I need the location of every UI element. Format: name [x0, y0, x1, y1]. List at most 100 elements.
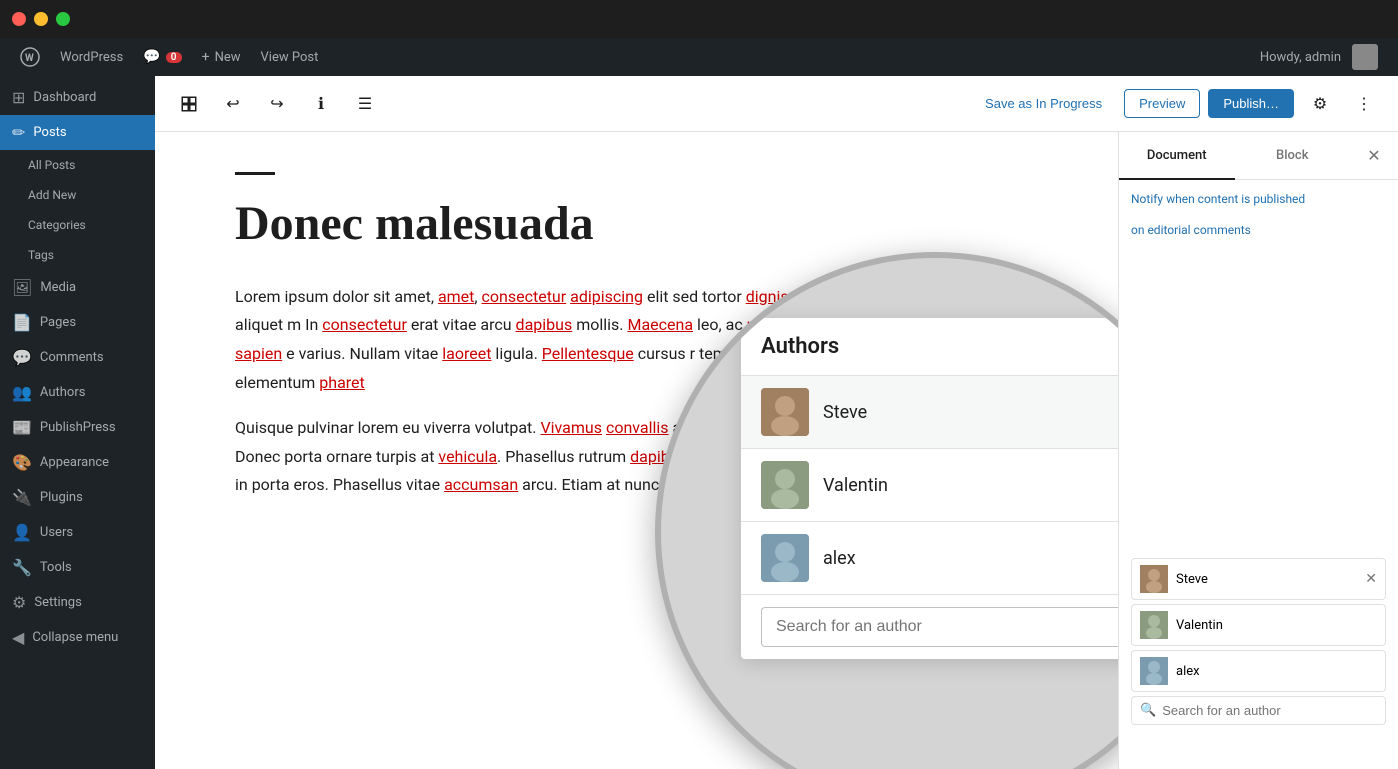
admin-bar: W WordPress 💬 0 + New View Post Howdy, a… — [0, 38, 1398, 76]
sidebar-item-label-pages: Pages — [40, 315, 76, 330]
chip-avatar-alex — [1140, 657, 1168, 685]
post-title-line — [235, 172, 275, 175]
chip-avatar-steve — [1140, 565, 1168, 593]
chip-name-steve: Steve — [1176, 572, 1208, 587]
sidebar-item-all-posts[interactable]: All Posts — [0, 150, 155, 180]
panel-section-editorial: on editorial comments — [1131, 223, 1386, 238]
panel-tabs: Document Block ✕ — [1119, 132, 1398, 180]
search-icon: 🔍 — [1140, 703, 1156, 718]
selected-authors-section: Steve ✕ Valentin — [1131, 558, 1386, 725]
panel-close-button[interactable]: ✕ — [1356, 138, 1392, 174]
add-block-button[interactable] — [171, 86, 207, 122]
sidebar-item-label-posts: Posts — [33, 125, 66, 140]
author-search-input[interactable] — [761, 607, 1118, 647]
save-button[interactable]: Save as In Progress — [971, 90, 1116, 117]
info-button[interactable]: ℹ — [303, 86, 339, 122]
undo-button[interactable]: ↩ — [215, 86, 251, 122]
sidebar-item-tags[interactable]: Tags — [0, 240, 155, 270]
admin-bar-view-post[interactable]: View Post — [251, 38, 329, 76]
traffic-light-green[interactable] — [56, 12, 70, 26]
publish-button[interactable]: Publish… — [1208, 89, 1294, 118]
sidebar-item-publishpress[interactable]: 📰 PublishPress — [0, 410, 155, 445]
sidebar-item-label-publishpress: PublishPress — [40, 420, 116, 435]
sidebar-item-settings[interactable]: ⚙ Settings — [0, 585, 155, 620]
author-search-wrap: ▲ — [741, 595, 1118, 659]
chip-name-valentin: Valentin — [1176, 618, 1223, 633]
sidebar-item-label-dashboard: Dashboard — [33, 90, 96, 105]
sidebar-item-appearance[interactable]: 🎨 Appearance — [0, 445, 155, 480]
sidebar-item-plugins[interactable]: 🔌 Plugins — [0, 480, 155, 515]
sidebar-item-collapse[interactable]: ◀ Collapse menu — [0, 620, 155, 655]
sidebar-item-comments[interactable]: 💬 Comments — [0, 340, 155, 375]
sidebar-item-tools[interactable]: 🔧 Tools — [0, 550, 155, 585]
traffic-light-red[interactable] — [12, 12, 26, 26]
admin-bar-howdy[interactable]: Howdy, admin — [1250, 38, 1388, 76]
chip-remove-steve[interactable]: ✕ — [1365, 571, 1377, 587]
settings-icon: ⚙ — [12, 593, 26, 612]
admin-bar-notifications[interactable]: 💬 0 — [133, 38, 191, 76]
author-avatar-alex — [761, 534, 809, 582]
post-body[interactable]: Lorem ipsum dolor sit amet, amet, consec… — [235, 283, 1038, 501]
sidebar-item-dashboard[interactable]: ⊞ Dashboard — [0, 80, 155, 115]
chip-name-alex: alex — [1176, 664, 1200, 679]
admin-bar-wp-label[interactable]: WordPress — [50, 38, 133, 76]
settings-button[interactable]: ⚙ — [1302, 86, 1338, 122]
selected-chip-valentin: Valentin — [1131, 604, 1386, 646]
chip-avatar-valentin — [1140, 611, 1168, 639]
editorial-link[interactable]: on editorial comments — [1131, 223, 1251, 237]
publishpress-icon: 📰 — [12, 418, 32, 437]
main-layout: ⊞ Dashboard ✏ Posts All Posts Add New Ca… — [0, 76, 1398, 769]
list-view-button[interactable]: ☰ — [347, 86, 383, 122]
selected-chip-steve: Steve ✕ — [1131, 558, 1386, 600]
sidebar-item-users[interactable]: 👤 Users — [0, 515, 155, 550]
panel-body: Notify when content is published on edit… — [1119, 180, 1398, 769]
sidebar-item-label-all-posts: All Posts — [28, 158, 75, 172]
users-icon: 👤 — [12, 523, 32, 542]
sidebar-item-label-tags: Tags — [28, 248, 54, 262]
comments-icon: 💬 — [12, 348, 32, 367]
posts-icon: ✏ — [12, 123, 25, 142]
notify-link[interactable]: Notify when content is published — [1131, 192, 1305, 206]
authors-icon: 👥 — [12, 383, 32, 402]
redo-button[interactable]: ↪ — [259, 86, 295, 122]
author-item-alex[interactable]: alex — [741, 522, 1118, 595]
post-title[interactable]: Donec malesuada — [235, 195, 1038, 253]
sidebar-item-label-comments: Comments — [40, 350, 104, 365]
right-panel: Document Block ✕ Notify when content is … — [1118, 132, 1398, 769]
sidebar-section-main: ⊞ Dashboard ✏ Posts All Posts Add New Ca… — [0, 76, 155, 655]
plugins-icon: 🔌 — [12, 488, 32, 507]
panel-section-notify: Notify when content is published — [1131, 192, 1386, 207]
chips-search-input[interactable] — [1162, 703, 1377, 718]
traffic-light-yellow[interactable] — [34, 12, 48, 26]
wp-logo[interactable]: W — [10, 38, 50, 76]
editor-area: ↩ ↪ ℹ ☰ Save as In Progress Preview Publ… — [155, 76, 1398, 769]
sidebar-item-label-add-new: Add New — [28, 188, 76, 202]
sidebar-item-authors[interactable]: 👥 Authors — [0, 375, 155, 410]
sidebar-item-label-tools: Tools — [40, 560, 72, 575]
selected-chip-alex: alex — [1131, 650, 1386, 692]
search-below-chips: 🔍 — [1131, 696, 1386, 725]
admin-bar-new[interactable]: + New — [192, 38, 251, 76]
sidebar-item-label-media: Media — [40, 280, 76, 295]
title-bar — [0, 0, 1398, 38]
sidebar-item-media[interactable]: 🖼 Media — [0, 270, 155, 305]
dashboard-icon: ⊞ — [12, 88, 25, 107]
sidebar-item-label-plugins: Plugins — [40, 490, 83, 505]
sidebar-item-add-new[interactable]: Add New — [0, 180, 155, 210]
sidebar-item-categories[interactable]: Categories — [0, 210, 155, 240]
sidebar-item-label-users: Users — [40, 525, 73, 540]
toolbar-right: Save as In Progress Preview Publish… ⚙ ⋮ — [971, 86, 1382, 122]
sidebar-item-label-settings: Settings — [34, 595, 81, 610]
editor-content: Donec malesuada Lorem ipsum dolor sit am… — [155, 132, 1118, 769]
sidebar-item-posts[interactable]: ✏ Posts — [0, 115, 155, 150]
tools-icon: 🔧 — [12, 558, 32, 577]
sidebar-item-label-collapse: Collapse menu — [32, 630, 118, 645]
collapse-icon: ◀ — [12, 628, 24, 647]
sidebar-item-pages[interactable]: 📄 Pages — [0, 305, 155, 340]
sidebar: ⊞ Dashboard ✏ Posts All Posts Add New Ca… — [0, 76, 155, 769]
tab-block[interactable]: Block — [1235, 132, 1351, 180]
more-button[interactable]: ⋮ — [1346, 86, 1382, 122]
tab-document[interactable]: Document — [1119, 132, 1235, 180]
preview-button[interactable]: Preview — [1124, 89, 1200, 118]
svg-text:W: W — [25, 53, 34, 64]
